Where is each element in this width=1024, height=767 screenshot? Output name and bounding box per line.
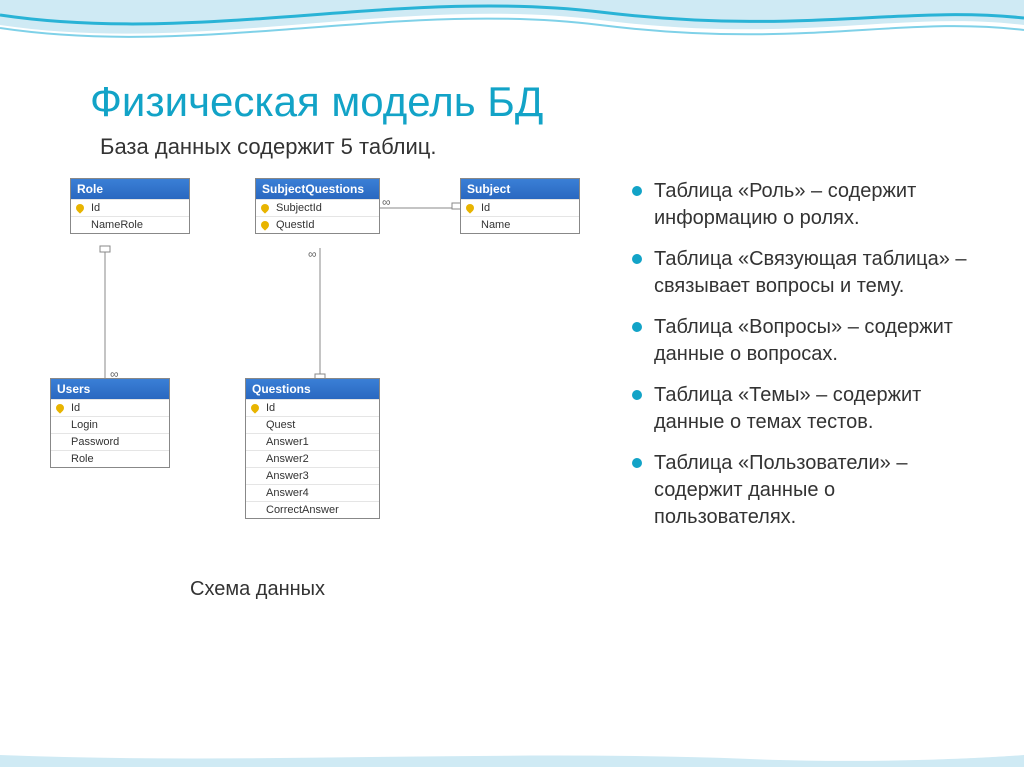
table-field: Answer1 xyxy=(246,433,379,450)
diagram-caption: Схема данных xyxy=(190,578,325,601)
database-schema-diagram: ∞ ∞ ∞ Role Id NameRole SubjectQuestions … xyxy=(50,178,610,698)
table-field: NameRole xyxy=(71,216,189,233)
slide-title: Физическая модель БД xyxy=(90,78,974,126)
db-table-subject: Subject Id Name xyxy=(460,178,580,234)
table-header: Users xyxy=(51,379,169,399)
db-table-questions: Questions Id Quest Answer1 Answer2 Answe… xyxy=(245,378,380,519)
db-table-role: Role Id NameRole xyxy=(70,178,190,234)
list-item: Таблица «Темы» – содержит данные о темах… xyxy=(630,382,974,436)
table-field: Answer2 xyxy=(246,450,379,467)
table-field: Answer3 xyxy=(246,467,379,484)
list-item: Таблица «Пользователи» – содержит данные… xyxy=(630,450,974,531)
table-field: Id xyxy=(246,399,379,416)
table-field: SubjectId xyxy=(256,199,379,216)
table-field: Id xyxy=(51,399,169,416)
list-item: Таблица «Роль» – содержит информацию о р… xyxy=(630,178,974,232)
table-field: Role xyxy=(51,450,169,467)
table-header: SubjectQuestions xyxy=(256,179,379,199)
db-table-users: Users Id Login Password Role xyxy=(50,378,170,468)
slide-content: Физическая модель БД База данных содержи… xyxy=(0,20,1024,767)
table-field: Quest xyxy=(246,416,379,433)
table-field: Password xyxy=(51,433,169,450)
table-header: Questions xyxy=(246,379,379,399)
list-item: Таблица «Связующая таблица» – связывает … xyxy=(630,246,974,300)
table-header: Subject xyxy=(461,179,579,199)
table-field: Login xyxy=(51,416,169,433)
db-table-subjectquestions: SubjectQuestions SubjectId QuestId xyxy=(255,178,380,234)
slide-subtitle: База данных содержит 5 таблиц. xyxy=(100,134,974,160)
table-field: Name xyxy=(461,216,579,233)
table-field: CorrectAnswer xyxy=(246,501,379,518)
table-field: Id xyxy=(461,199,579,216)
table-field: Id xyxy=(71,199,189,216)
bullet-list: Таблица «Роль» – содержит информацию о р… xyxy=(630,178,974,698)
svg-text:∞: ∞ xyxy=(382,195,391,209)
table-field: QuestId xyxy=(256,216,379,233)
list-item: Таблица «Вопросы» – содержит данные о во… xyxy=(630,314,974,368)
table-field: Answer4 xyxy=(246,484,379,501)
svg-text:∞: ∞ xyxy=(308,247,317,261)
table-header: Role xyxy=(71,179,189,199)
